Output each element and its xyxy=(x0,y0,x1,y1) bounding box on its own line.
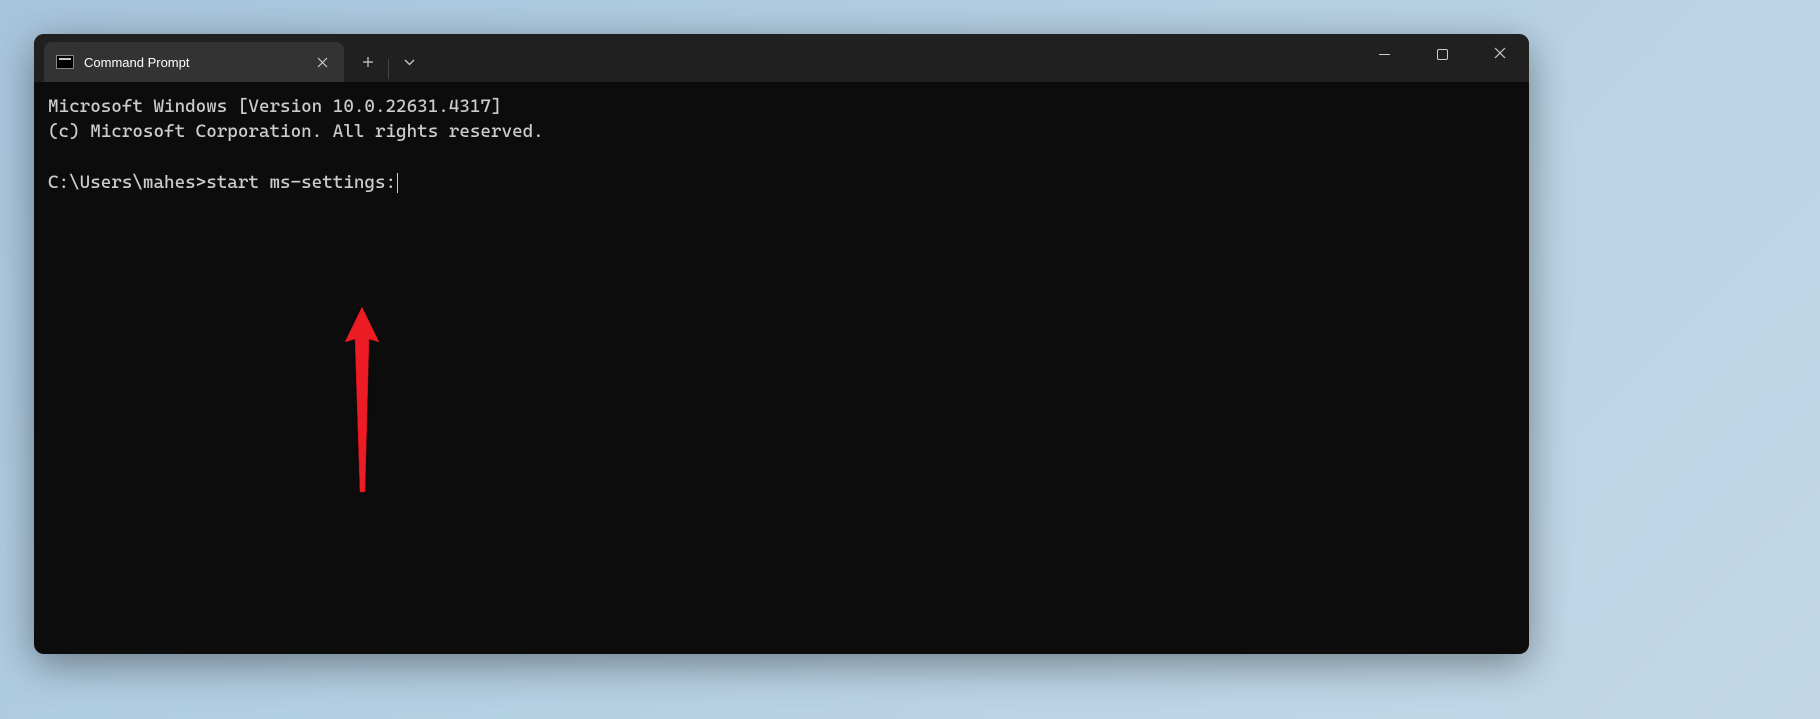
window-controls xyxy=(1355,34,1529,74)
new-tab-button[interactable] xyxy=(352,46,384,78)
tab-divider xyxy=(388,59,389,79)
prompt-text: C:\Users\mahes> xyxy=(48,172,206,193)
titlebar: Command Prompt xyxy=(34,34,1529,82)
version-line: Microsoft Windows [Version 10.0.22631.43… xyxy=(48,96,502,117)
cursor xyxy=(397,173,398,193)
close-window-button[interactable] xyxy=(1471,34,1529,74)
close-icon xyxy=(1494,47,1506,61)
maximize-button[interactable] xyxy=(1413,34,1471,74)
tab-command-prompt[interactable]: Command Prompt xyxy=(44,42,344,82)
minimize-button[interactable] xyxy=(1355,34,1413,74)
tab-actions xyxy=(352,42,425,82)
terminal-window: Command Prompt xyxy=(34,34,1529,654)
maximize-icon xyxy=(1437,49,1448,60)
close-icon xyxy=(317,57,328,68)
cmd-icon xyxy=(56,55,74,69)
tab-dropdown-button[interactable] xyxy=(393,46,425,78)
command-text: start ms-settings: xyxy=(206,172,396,193)
chevron-down-icon xyxy=(404,59,415,66)
annotation-arrow xyxy=(274,282,387,530)
tab-close-button[interactable] xyxy=(312,52,332,72)
copyright-line: (c) Microsoft Corporation. All rights re… xyxy=(48,121,544,142)
tab-title: Command Prompt xyxy=(84,55,302,70)
minimize-icon xyxy=(1379,54,1390,55)
plus-icon xyxy=(362,56,374,68)
terminal-output[interactable]: Microsoft Windows [Version 10.0.22631.43… xyxy=(34,82,1529,282)
